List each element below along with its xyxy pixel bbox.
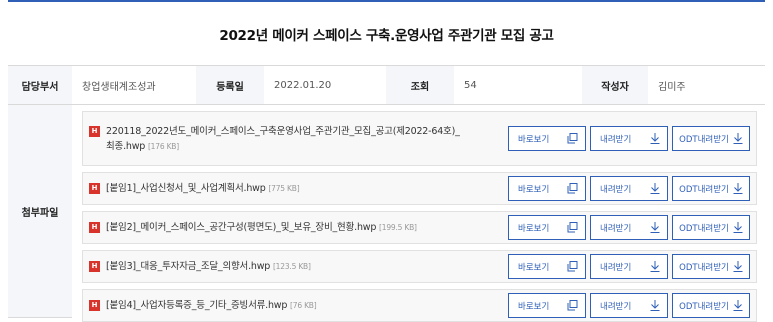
attachment-item: H [붙임3]_대응_투자자금_조달_의향서.hwp [123.5 KB] 바로…	[82, 250, 757, 283]
download-icon	[733, 261, 743, 272]
download-icon	[733, 222, 743, 233]
attachment-size: [123.5 KB]	[272, 262, 311, 271]
download-button-label: 내려받기	[600, 134, 632, 145]
view-button[interactable]: 바로보기	[508, 126, 586, 151]
hwp-file-icon: H	[89, 300, 100, 311]
odt-download-button[interactable]: ODT내려받기	[672, 215, 750, 240]
view-icon	[567, 222, 578, 233]
download-icon	[733, 133, 743, 144]
download-button[interactable]: 내려받기	[590, 126, 668, 151]
attachment-item: H [붙임4]_사업자등록증_등_기타_증빙서류.hwp [76 KB] 바로보…	[82, 289, 757, 322]
attachment-size: [176 KB]	[147, 141, 179, 151]
view-icon	[567, 300, 578, 311]
attachment-name: H [붙임3]_대응_투자자금_조달_의향서.hwp [123.5 KB]	[89, 259, 508, 274]
attachment-filename[interactable]: [붙임2]_메이커_스페이스_공간구성(평면도)_및_보유_장비_현황.hwp	[106, 222, 376, 233]
attachment-name: H [붙임2]_메이커_스페이스_공간구성(평면도)_및_보유_장비_현황.hw…	[89, 220, 508, 235]
view-button-label: 바로보기	[518, 184, 550, 195]
download-button[interactable]: 내려받기	[590, 293, 668, 318]
odt-download-button[interactable]: ODT내려받기	[672, 126, 750, 151]
odt-download-button-label: ODT내려받기	[679, 134, 729, 145]
notice-meta-row: 담당부서 창업생태계조성과 등록일 2022.01.20 조회 54 작성자 김…	[8, 66, 765, 105]
author-label: 작성자	[582, 66, 648, 104]
download-icon	[650, 222, 660, 233]
view-icon	[567, 183, 578, 194]
view-icon	[567, 133, 578, 144]
date-label: 등록일	[196, 66, 264, 104]
attachment-list: H 220118_2022년도_메이커_스페이스_구축운영사업_주관기관_모집_…	[72, 105, 765, 322]
view-button[interactable]: 바로보기	[508, 254, 586, 279]
download-button[interactable]: 내려받기	[590, 176, 668, 201]
attachment-filename[interactable]: [붙임3]_대응_투자자금_조달_의향서.hwp	[106, 261, 270, 272]
odt-download-button-label: ODT내려받기	[679, 301, 729, 312]
odt-download-button-label: ODT내려받기	[679, 184, 729, 195]
view-button[interactable]: 바로보기	[508, 215, 586, 240]
notice-title: 2022년 메이커 스페이스 구축.운영사업 주관기관 모집 공고	[8, 2, 765, 66]
hwp-file-icon: H	[89, 261, 100, 272]
dept-value: 창업생태계조성과	[82, 81, 156, 93]
attachment-size: [775 KB]	[268, 184, 300, 193]
attachment-filename[interactable]: [붙임1]_사업신청서_및_사업계획서.hwp	[106, 183, 266, 194]
download-icon	[650, 183, 660, 194]
download-icon	[650, 300, 660, 311]
views-label: 조회	[386, 66, 454, 104]
download-icon	[650, 261, 660, 272]
download-icon	[650, 133, 660, 144]
view-icon	[567, 261, 578, 272]
author-value: 김미주	[658, 81, 686, 93]
attachment-filename[interactable]: [붙임4]_사업자등록증_등_기타_증빙서류.hwp	[106, 300, 287, 311]
odt-download-button[interactable]: ODT내려받기	[672, 176, 750, 201]
notice-board: 2022년 메이커 스페이스 구축.운영사업 주관기관 모집 공고 담당부서 창…	[8, 0, 765, 322]
odt-download-button[interactable]: ODT내려받기	[672, 293, 750, 318]
odt-download-button-label: ODT내려받기	[679, 223, 729, 234]
hwp-file-icon: H	[89, 183, 100, 194]
views-value: 54	[464, 79, 477, 91]
attachment-name: H [붙임1]_사업신청서_및_사업계획서.hwp [775 KB]	[89, 181, 508, 196]
attachment-size: [76 KB]	[290, 301, 317, 310]
view-button[interactable]: 바로보기	[508, 293, 586, 318]
download-icon	[733, 183, 743, 194]
attachment-size: [199.5 KB]	[379, 223, 417, 232]
date-value: 2022.01.20	[274, 79, 332, 91]
attachment-name: H [붙임4]_사업자등록증_등_기타_증빙서류.hwp [76 KB]	[89, 298, 508, 313]
hwp-file-icon: H	[89, 125, 100, 137]
download-button-label: 내려받기	[600, 262, 632, 273]
download-button-label: 내려받기	[600, 223, 632, 234]
attachment-filename-cont[interactable]: 최종.hwp	[106, 141, 145, 152]
attachment-filename[interactable]: 220118_2022년도_메이커_스페이스_구축운영사업_주관기관_모집_공고…	[106, 126, 460, 137]
download-button-label: 내려받기	[600, 184, 632, 195]
download-button[interactable]: 내려받기	[590, 254, 668, 279]
attachments-label: 첨부파일	[8, 105, 72, 318]
view-button-label: 바로보기	[518, 223, 550, 234]
view-button-label: 바로보기	[518, 134, 550, 145]
attachments-section: 첨부파일 H 220118_2022년도_메이커_스페이스_구축운영사업_주관기…	[8, 105, 765, 322]
attachment-item: H [붙임1]_사업신청서_및_사업계획서.hwp [775 KB] 바로보기 …	[82, 172, 757, 205]
attachment-name: H 220118_2022년도_메이커_스페이스_구축운영사업_주관기관_모집_…	[89, 124, 508, 154]
download-icon	[733, 300, 743, 311]
hwp-file-icon: H	[89, 222, 100, 233]
odt-download-button-label: ODT내려받기	[679, 262, 729, 273]
attachment-item: H [붙임2]_메이커_스페이스_공간구성(평면도)_및_보유_장비_현황.hw…	[82, 211, 757, 244]
odt-download-button[interactable]: ODT내려받기	[672, 254, 750, 279]
download-button[interactable]: 내려받기	[590, 215, 668, 240]
view-button-label: 바로보기	[518, 262, 550, 273]
dept-label: 담당부서	[8, 66, 72, 104]
attachment-item: H 220118_2022년도_메이커_스페이스_구축운영사업_주관기관_모집_…	[82, 111, 757, 166]
view-button[interactable]: 바로보기	[508, 176, 586, 201]
download-button-label: 내려받기	[600, 301, 632, 312]
view-button-label: 바로보기	[518, 301, 550, 312]
